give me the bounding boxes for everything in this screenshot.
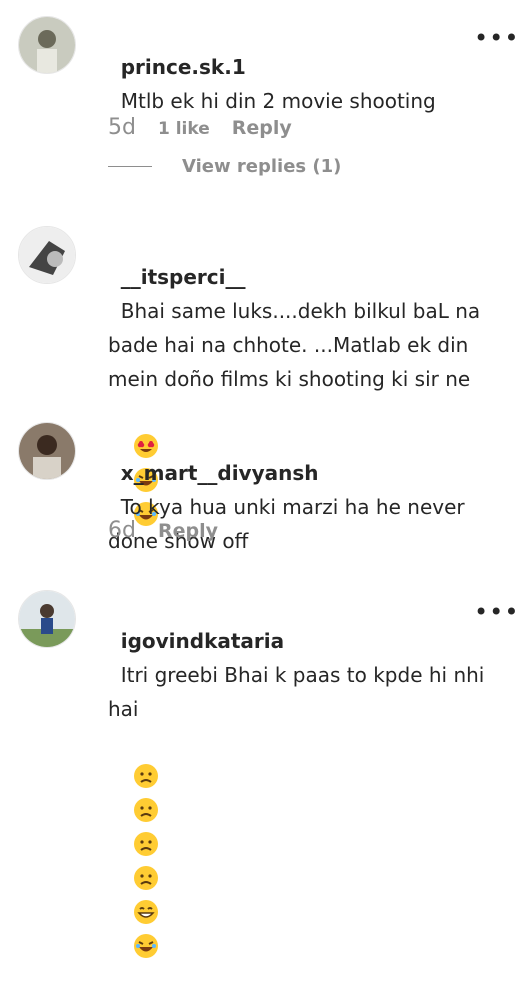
more-options-icon[interactable]: ••• [472,24,522,52]
timestamp: 6d [108,518,136,543]
laughing-emoji [133,933,159,959]
comment-meta: 5d 1 like Reply [108,115,292,140]
comment-body: Bhai same luks....dekh bilkul baL na bad… [108,299,487,391]
reply-button[interactable]: Reply [232,117,292,139]
grinning-emoji [133,899,159,925]
comment-text: prince.sk.1 Mtlb ek hi din 2 movie shoot… [108,16,488,118]
avatar[interactable] [18,16,76,74]
view-replies-button[interactable]: View replies (1) [108,156,341,177]
sad-emoji [133,865,159,891]
more-options-icon[interactable]: ••• [472,598,522,626]
likes-count[interactable]: 1 like [158,119,210,139]
emoji-group [108,763,163,993]
divider [108,166,152,167]
avatar[interactable] [18,226,76,284]
avatar[interactable] [18,422,76,480]
avatar[interactable] [18,590,76,648]
reply-button[interactable]: Reply [158,520,218,542]
username[interactable]: __itsperci__ [121,265,246,289]
username[interactable]: prince.sk.1 [121,55,246,79]
timestamp: 5d [108,115,136,140]
sad-emoji [133,831,159,857]
sad-emoji [133,763,159,789]
view-replies-label: View replies (1) [182,156,342,177]
comment-meta: 6d Reply [108,518,218,543]
sad-emoji [133,797,159,823]
comment-text: igovindkataria Itri greebi Bhai k paas t… [108,590,488,998]
comment-body: Mtlb ek hi din 2 movie shooting [120,89,436,113]
username[interactable]: x_mart__divyansh [121,461,319,485]
username[interactable]: igovindkataria [121,629,284,653]
comment-body: Itri greebi Bhai k paas to kpde hi nhi h… [108,663,491,721]
